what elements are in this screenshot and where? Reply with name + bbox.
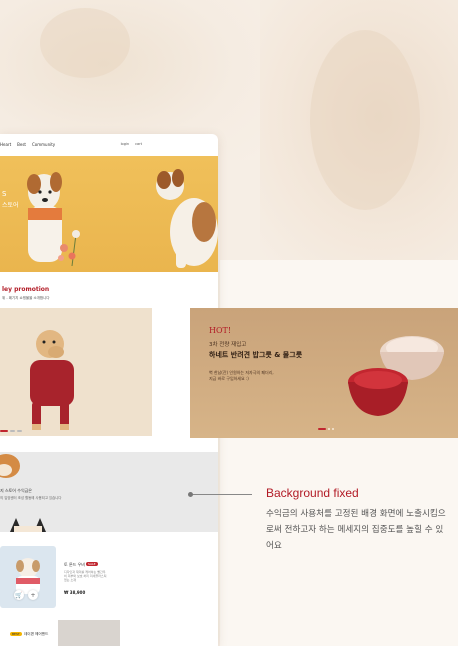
product-description: 디자인과 재미를 케어하는 빨간우비 피부와 보호 처리 미세플라스틱 없는 소… <box>64 570 107 582</box>
flower-image <box>58 230 80 267</box>
promotion-subtitle: 위 - 페기지 쇼핑몰을 소개합니다 <box>2 296 50 300</box>
hero-subtitle: 스토어 <box>2 202 19 209</box>
background-dog-shape-right <box>310 30 420 210</box>
promotion-banner[interactable] <box>0 308 152 436</box>
annotation-description: 수익금의 사용처를 고정된 배경 화면에 노출시킴으로써 전하고자 하는 메세지… <box>266 509 446 551</box>
sale-badge: SALE <box>86 562 98 566</box>
banner-pagination <box>0 430 22 432</box>
nav-item-community[interactable]: Community <box>32 142 55 147</box>
nav-item-heart[interactable]: Heart <box>0 142 11 147</box>
annotation-title: Background fixed <box>266 486 359 500</box>
pagination-dot[interactable] <box>332 428 334 430</box>
dog-image-2 <box>156 169 218 268</box>
pagination-dot-active[interactable] <box>318 428 326 430</box>
dog-ears-image <box>10 518 46 532</box>
fixed-section-line2: 의 입양센터 조성 활동에 사용되고 있습니다 <box>0 496 62 500</box>
annotation-connector-line <box>190 494 252 495</box>
pagination-dot[interactable] <box>10 430 15 432</box>
plus-icon[interactable]: + <box>28 590 38 600</box>
product-price: ₩ 38,900 <box>64 590 86 595</box>
product-actions: 🛒 + <box>14 590 38 600</box>
fixed-section-line1: 지 스토어 수익금은 <box>0 488 32 493</box>
pagination-dot[interactable] <box>328 428 330 430</box>
website-mockup: Heart Best Community login cart S 스토어 le… <box>0 134 218 646</box>
hero-title: S <box>2 190 7 198</box>
nav-item-best[interactable]: Best <box>17 142 26 147</box>
promo-kicker: 3차 전량 재입고 <box>209 342 247 348</box>
cart-link[interactable]: cart <box>135 142 142 146</box>
product-name[interactable]: 토 룬드 우비 <box>64 562 85 568</box>
pagination-dot-active[interactable] <box>0 430 8 432</box>
hero-banner[interactable]: S 스토어 <box>0 156 218 272</box>
annotation-connector-dot <box>188 492 193 497</box>
promo-card[interactable]: HOT! 3차 전량 재입고 하네트 반려견 밥그릇 & 물그릇 벽 한남(잔)… <box>190 308 458 438</box>
shiba-image <box>0 454 20 478</box>
promotion-title: ley promotion <box>2 286 50 293</box>
bowls-image <box>348 336 444 416</box>
hot-label: HOT! <box>209 326 232 335</box>
best-badge: BEST <box>10 632 22 636</box>
pagination-dot[interactable] <box>17 430 22 432</box>
dog-in-sweater-image <box>30 330 74 430</box>
bottom-product-title[interactable]: 데이편 헤어밴드 <box>24 632 48 637</box>
fixed-background-section <box>0 452 218 532</box>
promo-body-line2: 지금 바로 구입하세요 :) <box>209 376 249 381</box>
promo-headline: 하네트 반려견 밥그릇 & 물그릇 <box>209 351 303 359</box>
promo-pagination <box>318 428 334 430</box>
cart-icon[interactable]: 🛒 <box>14 590 24 600</box>
top-nav: Heart Best Community login cart <box>0 134 218 154</box>
background-dog-shape <box>40 8 130 78</box>
login-link[interactable]: login <box>121 142 130 146</box>
nav-utilities: login cart <box>121 142 142 146</box>
bottom-product-image[interactable] <box>58 620 120 646</box>
